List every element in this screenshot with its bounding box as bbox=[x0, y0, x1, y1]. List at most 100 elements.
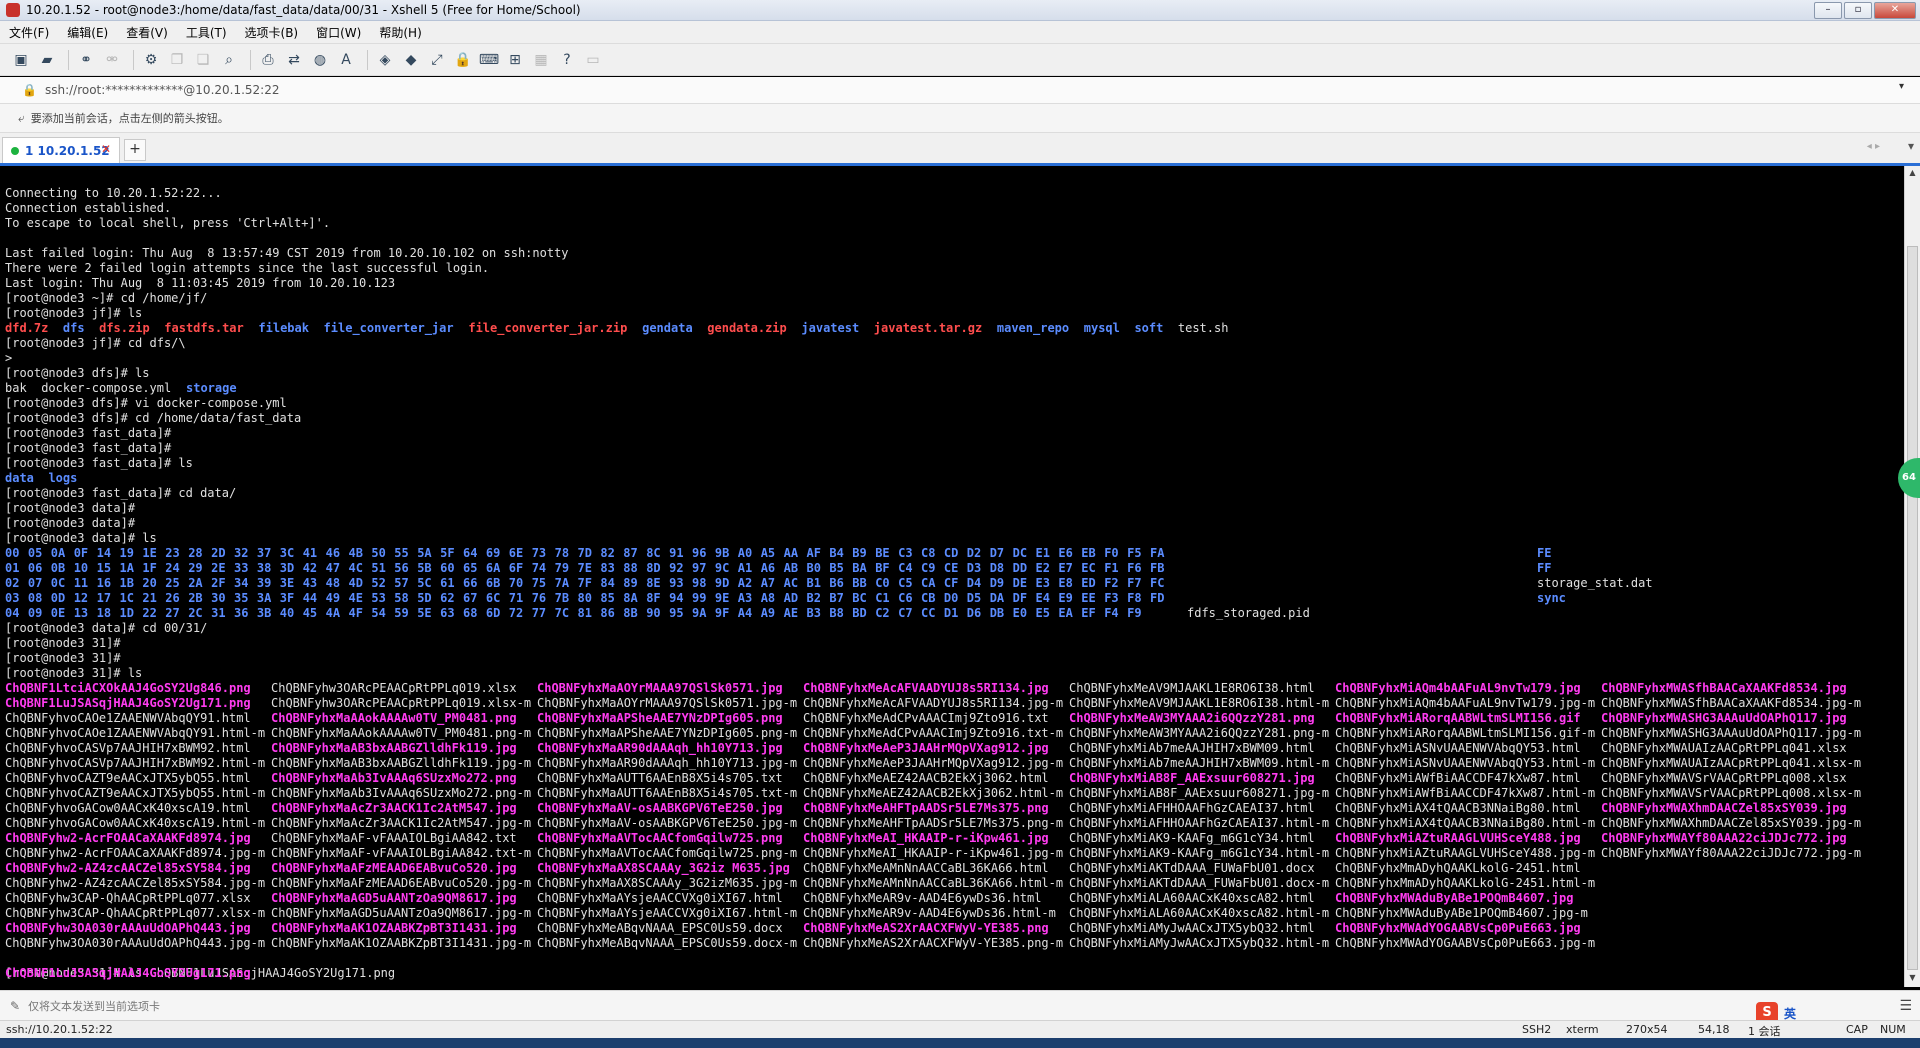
ls-dir-entry: 8B bbox=[623, 606, 638, 620]
ls-dir-entry: A3 bbox=[737, 591, 753, 605]
menu-window[interactable]: 窗口(W) bbox=[307, 24, 370, 41]
ls-dir-entry: 14 bbox=[96, 546, 112, 560]
xftp-icon[interactable]: ◈ bbox=[374, 49, 396, 71]
ls-dir-entry: 65 bbox=[463, 561, 478, 575]
chevron-down-icon[interactable]: ▾ bbox=[1899, 81, 1904, 92]
menu-help[interactable]: 帮助(H) bbox=[370, 24, 430, 41]
menu-view[interactable]: 查看(V) bbox=[117, 24, 177, 41]
ls-dir-entry: 46 bbox=[325, 546, 341, 560]
ls-entry: ChQBNFyhxMaAb3IvAAAq6SUzxMo272.png-m bbox=[271, 786, 532, 800]
font-icon[interactable]: A bbox=[335, 49, 357, 71]
paste-icon[interactable]: ❏ bbox=[192, 49, 214, 71]
menu-tabs[interactable]: 选项卡(B) bbox=[236, 24, 308, 41]
find-icon[interactable]: ⌕ bbox=[218, 49, 240, 71]
ls-entry: ChQBNFyhxMeAS2XrAACXFWyV-YE385.png bbox=[803, 921, 1049, 935]
properties-icon[interactable]: ⚙ bbox=[140, 49, 162, 71]
address-text[interactable]: ssh://root:*************@10.20.1.52:22 bbox=[45, 83, 280, 97]
tab-menu-icon[interactable]: ▾ bbox=[1908, 139, 1914, 153]
ls-entry: ChQBNFyhxMiAWfBiAACCDF47kXw87.html bbox=[1335, 771, 1581, 785]
script-icon[interactable]: ◆ bbox=[400, 49, 422, 71]
ls-entry: ChQBNFyhxMiAK9-KAAFg_m6G1cY34.html bbox=[1069, 831, 1315, 845]
terminal-line: To escape to local shell, press 'Ctrl+Al… bbox=[5, 216, 331, 230]
menu-edit[interactable]: 编辑(E) bbox=[58, 24, 117, 41]
ls-entry: gendata bbox=[642, 321, 693, 335]
ls-entry: ChQBNFyhxMiAB8F_AAExsuur608271.jpg-m bbox=[1069, 786, 1330, 800]
transfer-icon[interactable]: ⇄ bbox=[283, 49, 305, 71]
ls-dir-entry: DD bbox=[1012, 561, 1028, 575]
ls-dir-entry: 2C bbox=[188, 606, 203, 620]
tab-scroll-arrows-icon[interactable]: ◂ ▸ bbox=[1867, 141, 1880, 152]
ls-entry: ChQBNFyhxMeABqvNAAA_EPSC0Us59.docx bbox=[537, 921, 783, 935]
compose-icon[interactable]: ✎ bbox=[10, 999, 20, 1013]
globe-icon[interactable]: ◍ bbox=[309, 49, 331, 71]
chat-icon[interactable]: ▭ bbox=[582, 49, 604, 71]
keyboard-icon[interactable]: ⌨ bbox=[478, 49, 500, 71]
ls-entry: ChQBNFyhxMWAVSrVAACpRtPPLq008.xlsx bbox=[1601, 771, 1847, 785]
lock-icon[interactable]: 🔒 bbox=[452, 49, 474, 71]
menu-file[interactable]: 文件(F) bbox=[0, 24, 58, 41]
scroll-up-icon[interactable]: ▲ bbox=[1907, 168, 1918, 180]
print-icon[interactable]: ⎙ bbox=[257, 49, 279, 71]
close-button[interactable]: ✕ bbox=[1874, 2, 1916, 19]
arrow-session-icon[interactable]: ⤶ bbox=[18, 111, 25, 126]
ls-dir-entry: D5 bbox=[966, 591, 982, 605]
open-folder-icon[interactable]: ▰ bbox=[36, 49, 58, 71]
connect-icon[interactable]: ⚭ bbox=[75, 49, 97, 71]
ls-dir-entry: 8E bbox=[646, 576, 661, 590]
ls-dir-entry: FC bbox=[1150, 576, 1165, 590]
ls-dir-entry: 38 bbox=[256, 561, 272, 575]
ls-dir-entry: 98 bbox=[692, 576, 707, 590]
ls-dir-entry: EE bbox=[1081, 591, 1096, 605]
ls-dir-entry: 4D bbox=[348, 576, 363, 590]
ls-dir-entry: 90 bbox=[646, 606, 661, 620]
ls-entry: ChQBNFyhxMeAV9MJAAKL1E8RO6I38.html bbox=[1069, 681, 1315, 695]
ls-dir-entry: B5 bbox=[829, 561, 844, 575]
ime-language[interactable]: 英 bbox=[1784, 1005, 1796, 1022]
fullscreen-icon[interactable]: ⤢ bbox=[426, 49, 448, 71]
hamburger-menu-icon[interactable]: ☰ bbox=[1899, 998, 1912, 1014]
ls-entry: ChQBNFyhxMiAKTdDAAA_FUWaFbU01.docx-m bbox=[1069, 876, 1330, 890]
layout-icon[interactable]: ▦ bbox=[530, 49, 552, 71]
ls-entry: ChQBNFyhxMeAV9MJAAKL1E8RO6I38.html-m bbox=[1069, 696, 1330, 710]
copy-icon[interactable]: ❐ bbox=[166, 49, 188, 71]
tab-session-1[interactable]: 1 10.20.1.52 ✕ bbox=[2, 137, 120, 163]
ls-entry: ChQBNFyhxMaAGD5uAANTzOa9QM8617.jpg-m bbox=[271, 906, 532, 920]
ls-entry: ChQBNFyhxMiAQm4bAAFuAL9nvTw179.jpg-m bbox=[1335, 696, 1596, 710]
minimize-button[interactable]: – bbox=[1814, 2, 1842, 19]
maximize-button[interactable]: ▫ bbox=[1844, 2, 1872, 19]
ls-entry: ChQBNFyhxMeAMnNnAACCaBL36KA66.html bbox=[803, 861, 1049, 875]
ls-dir-entry: 81 bbox=[577, 606, 592, 620]
tab-close-icon[interactable]: ✕ bbox=[101, 142, 111, 156]
ls-dir-entry: BE bbox=[875, 546, 890, 560]
ls-dir-entry: 57 bbox=[394, 576, 409, 590]
new-tab-button[interactable]: + bbox=[124, 139, 146, 161]
terminal-line: [root@node3 data]# bbox=[5, 501, 136, 515]
compose-icon[interactable]: ⊞ bbox=[504, 49, 526, 71]
ls-dir-entry: 48 bbox=[325, 576, 341, 590]
ls-dir-entry: 58 bbox=[394, 591, 409, 605]
terminal-scrollbar[interactable]: ▲ ▼ bbox=[1904, 166, 1920, 987]
ls-dir-entry: 9E bbox=[714, 591, 730, 605]
ls-dir-entry: B7 bbox=[829, 591, 844, 605]
ls-dir-entry: A2 bbox=[737, 576, 753, 590]
scroll-down-icon[interactable]: ▼ bbox=[1907, 973, 1918, 985]
compose-input[interactable]: 仅将文本发送到当前选项卡 bbox=[28, 998, 160, 1014]
terminal-line: [root@node3 data]# ls bbox=[5, 531, 157, 545]
terminal-output[interactable]: Connecting to 10.20.1.52:22... Connection… bbox=[0, 166, 1904, 987]
ls-entry: ChQBNF1LuJSASqjHAAJ4GoSY2Ug171.png bbox=[5, 966, 251, 980]
ls-entry: ChQBNFyhw3CAP-QhAACpRtPPLq077.xlsx bbox=[5, 891, 251, 905]
ls-entry: ChQBNFyhxMeAeP3JAAHrMQpVXag912.jpg bbox=[803, 741, 1049, 755]
ls-dir-entry: 7A bbox=[554, 576, 570, 590]
new-session-icon[interactable]: ▣ bbox=[10, 49, 32, 71]
ls-dir-entry: CF bbox=[943, 576, 959, 590]
terminal-line: [root@node3 fast_data]# ls bbox=[5, 456, 193, 470]
scroll-thumb[interactable] bbox=[1907, 246, 1918, 970]
ls-dir-entry: B9 bbox=[852, 546, 867, 560]
menu-tools[interactable]: 工具(T) bbox=[177, 24, 236, 41]
ls-dir-entry: 6C bbox=[485, 591, 501, 605]
ls-dir-entry: 44 bbox=[302, 591, 318, 605]
disconnect-icon[interactable]: ⚮ bbox=[101, 49, 123, 71]
ls-entry: ChQBNFyhxMaAGD5uAANTzOa9QM8617.jpg bbox=[271, 891, 517, 905]
help-icon[interactable]: ? bbox=[556, 49, 578, 71]
